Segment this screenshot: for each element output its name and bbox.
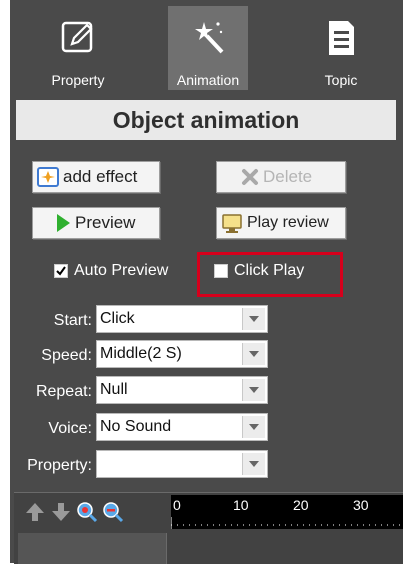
- panel-title: Object animation: [16, 100, 396, 140]
- start-label: Start:: [53, 312, 92, 329]
- chevron-down-icon[interactable]: [242, 453, 265, 475]
- tick-label: 20: [293, 497, 309, 513]
- chevron-down-icon[interactable]: [242, 343, 265, 365]
- magic-wand-icon: [195, 22, 224, 54]
- tab-label: Animation: [176, 72, 240, 88]
- voice-label: Voice:: [48, 420, 92, 437]
- tick-label: 30: [353, 497, 369, 513]
- start-select[interactable]: Click: [96, 305, 268, 333]
- timeline-ruler[interactable]: 0 10 20 30: [171, 495, 403, 529]
- arrow-down-icon[interactable]: [50, 501, 72, 523]
- tab-label: Property: [51, 72, 105, 88]
- delete-button[interactable]: Delete: [216, 161, 346, 193]
- chevron-down-icon[interactable]: [242, 379, 265, 401]
- animation-panel: Property Animation Topic Object animatio…: [10, 0, 403, 564]
- repeat-label: Repeat:: [35, 383, 92, 400]
- auto-preview-label: Auto Preview: [74, 262, 169, 279]
- tab-animation[interactable]: Animation: [168, 6, 248, 90]
- add-effect-icon: [37, 167, 59, 187]
- arrow-up-icon[interactable]: [24, 501, 46, 523]
- repeat-select[interactable]: Null: [96, 376, 268, 404]
- play-review-button[interactable]: Play review: [216, 207, 346, 239]
- chevron-down-icon[interactable]: [242, 308, 265, 330]
- property-label: Property:: [27, 457, 92, 474]
- click-play-checkbox[interactable]: [214, 264, 228, 278]
- monitor-icon: [222, 214, 242, 233]
- zoom-in-icon[interactable]: [76, 501, 98, 523]
- click-play-option[interactable]: Click Play: [214, 260, 304, 282]
- tick-label: 10: [233, 497, 249, 513]
- repeat-value: Null: [100, 381, 128, 398]
- auto-preview-option[interactable]: Auto Preview: [54, 260, 168, 282]
- speed-select[interactable]: Middle(2 S): [96, 340, 268, 368]
- click-play-label: Click Play: [234, 262, 305, 279]
- start-value: Click: [100, 310, 135, 327]
- voice-value: No Sound: [100, 418, 172, 435]
- add-effect-button[interactable]: add effect: [32, 161, 160, 193]
- play-icon: [57, 214, 70, 232]
- add-effect-label: add effect: [63, 167, 138, 186]
- zoom-out-icon[interactable]: [102, 501, 124, 523]
- chevron-down-icon[interactable]: [242, 416, 265, 438]
- play-review-label: Play review: [247, 214, 329, 231]
- tab-property[interactable]: Property: [38, 6, 118, 90]
- auto-preview-checkbox[interactable]: [54, 264, 68, 278]
- timeline-panel: 0 10 20 30: [14, 492, 403, 564]
- property-select[interactable]: [96, 450, 268, 478]
- tab-topic[interactable]: Topic: [301, 6, 381, 90]
- voice-select[interactable]: No Sound: [96, 413, 268, 441]
- timeline-track-list[interactable]: [18, 533, 167, 564]
- preview-button[interactable]: Preview: [32, 207, 160, 239]
- edit-icon: [61, 21, 93, 53]
- speed-label: Speed:: [41, 347, 92, 364]
- delete-icon: [242, 169, 258, 185]
- tab-label: Topic: [324, 72, 358, 88]
- speed-value: Middle(2 S): [100, 345, 182, 362]
- checkmark-icon: [56, 266, 66, 276]
- delete-label: Delete: [263, 167, 313, 186]
- preview-label: Preview: [75, 213, 136, 232]
- document-icon: [329, 21, 354, 55]
- tick-label: 0: [173, 497, 181, 513]
